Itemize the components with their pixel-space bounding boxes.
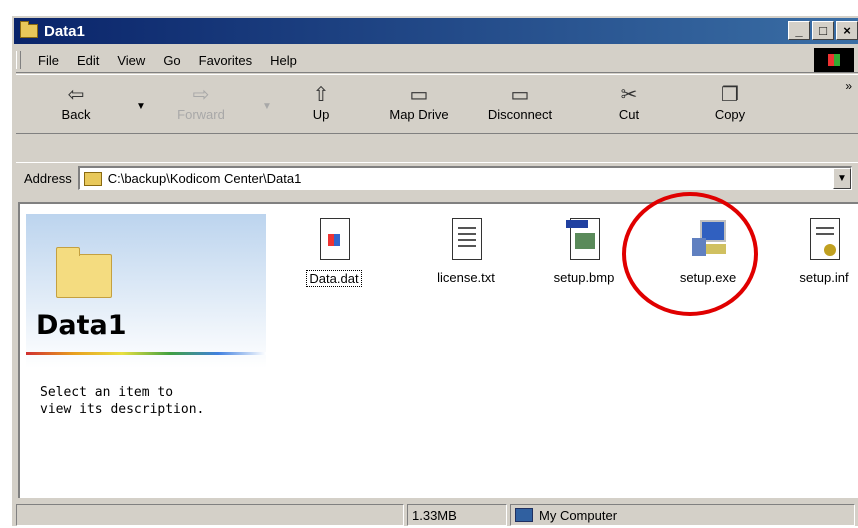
bitmap-file-icon bbox=[564, 218, 604, 262]
panel-description: Select an item to view its description. bbox=[40, 385, 205, 417]
file-name: license.txt bbox=[437, 270, 495, 285]
title-bar[interactable]: Data1 _ □ × bbox=[14, 18, 858, 44]
panel-title: Data1 bbox=[36, 310, 127, 341]
file-item[interactable]: setup.inf bbox=[776, 218, 858, 285]
file-item[interactable]: Data.dat bbox=[286, 218, 382, 287]
folder-icon bbox=[83, 171, 102, 186]
toolbar: ⇦ Back ▼ ⇨ Forward ▼ ⇧ Up ▭ Map Drive ▭ … bbox=[16, 74, 858, 134]
address-label: Address bbox=[24, 170, 72, 186]
address-value[interactable]: C:\backup\Kodicom Center\Data1 bbox=[108, 171, 302, 186]
toolbar-overflow-chevron[interactable]: » bbox=[845, 79, 852, 93]
menu-view[interactable]: View bbox=[117, 53, 145, 68]
back-button[interactable]: ⇦ Back bbox=[46, 77, 106, 122]
back-label: Back bbox=[61, 107, 91, 122]
scissors-icon: ✂ bbox=[620, 84, 638, 106]
inf-file-icon bbox=[804, 218, 844, 262]
menu-edit[interactable]: Edit bbox=[77, 53, 99, 68]
panel-divider bbox=[26, 352, 266, 355]
folder-icon bbox=[20, 21, 38, 38]
up-label: Up bbox=[312, 107, 330, 122]
cut-button[interactable]: ✂ Cut bbox=[604, 77, 654, 122]
status-message bbox=[16, 504, 404, 526]
close-button[interactable]: × bbox=[836, 21, 858, 40]
forward-arrow-icon: ⇨ bbox=[192, 84, 210, 106]
maximize-button[interactable]: □ bbox=[812, 21, 834, 40]
file-name: Data.dat bbox=[306, 270, 362, 287]
disconnect-button[interactable]: ▭ Disconnect bbox=[472, 77, 568, 122]
menu-go[interactable]: Go bbox=[163, 53, 180, 68]
map-drive-icon: ▭ bbox=[409, 84, 429, 106]
copy-button[interactable]: ❐ Copy bbox=[702, 77, 758, 122]
menu-favorites[interactable]: Favorites bbox=[199, 53, 252, 68]
back-dropdown-icon[interactable]: ▼ bbox=[136, 101, 146, 112]
status-size: 1.33MB bbox=[407, 504, 507, 526]
map-drive-button[interactable]: ▭ Map Drive bbox=[376, 77, 462, 122]
menu-grip bbox=[16, 51, 21, 69]
status-zone: My Computer bbox=[510, 504, 855, 526]
address-bar: Address C:\backup\Kodicom Center\Data1 ▼ bbox=[16, 162, 858, 193]
up-folder-icon: ⇧ bbox=[312, 84, 330, 106]
windows-logo-icon bbox=[814, 48, 854, 72]
back-arrow-icon: ⇦ bbox=[67, 84, 85, 106]
disconnect-icon: ▭ bbox=[510, 84, 530, 106]
status-location: My Computer bbox=[539, 507, 618, 523]
disconnect-label: Disconnect bbox=[487, 107, 553, 122]
file-name: setup.inf bbox=[799, 270, 849, 285]
address-dropdown-icon[interactable]: ▼ bbox=[833, 168, 851, 189]
window-title: Data1 bbox=[44, 22, 85, 40]
map-drive-label: Map Drive bbox=[389, 107, 449, 122]
file-item[interactable]: license.txt bbox=[418, 218, 514, 285]
web-view-panel: Data1 Select an item to view its descrip… bbox=[26, 214, 266, 494]
highlight-circle bbox=[622, 192, 758, 316]
forward-dropdown-icon[interactable]: ▼ bbox=[262, 101, 272, 112]
copy-icon: ❐ bbox=[721, 84, 739, 106]
file-item[interactable]: setup.bmp bbox=[536, 218, 632, 285]
menu-help[interactable]: Help bbox=[270, 53, 297, 68]
address-field[interactable]: C:\backup\Kodicom Center\Data1 ▼ bbox=[77, 166, 852, 190]
forward-button[interactable]: ⇨ Forward bbox=[166, 77, 236, 122]
dat-file-icon bbox=[314, 218, 354, 262]
text-file-icon bbox=[446, 218, 486, 262]
status-bar: 1.33MB My Computer bbox=[16, 502, 858, 528]
copy-label: Copy bbox=[714, 107, 746, 122]
large-folder-icon bbox=[56, 247, 112, 298]
forward-label: Forward bbox=[177, 107, 225, 122]
menu-bar: File Edit View Go Favorites Help bbox=[16, 48, 858, 73]
menu-file[interactable]: File bbox=[38, 53, 59, 68]
minimize-button[interactable]: _ bbox=[788, 21, 810, 40]
up-button[interactable]: ⇧ Up bbox=[296, 77, 346, 122]
computer-icon bbox=[515, 508, 533, 522]
file-name: setup.bmp bbox=[553, 270, 615, 285]
cut-label: Cut bbox=[618, 107, 640, 122]
